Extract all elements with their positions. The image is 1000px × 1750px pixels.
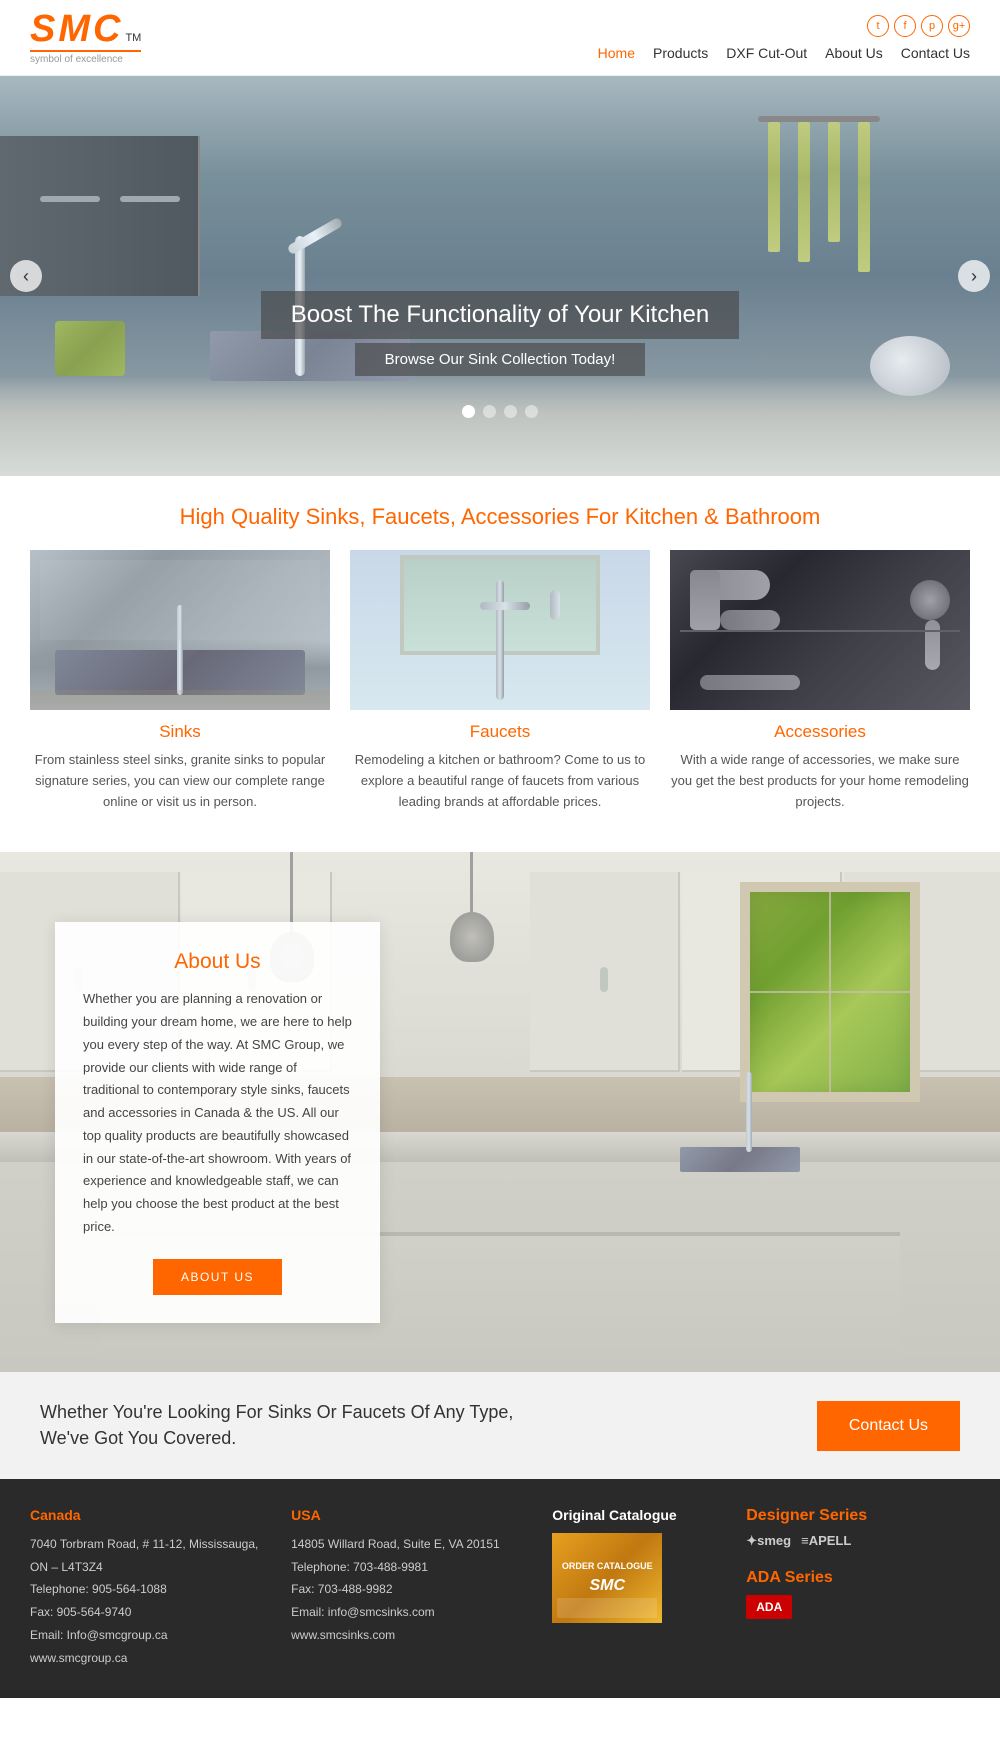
about-section: About Us Whether you are planning a reno… bbox=[0, 852, 1000, 1372]
about-card: About Us Whether you are planning a reno… bbox=[55, 922, 380, 1322]
hero-section: ‹ › Boost The Functionality of Your Kitc… bbox=[0, 76, 1000, 476]
product-image-accessories bbox=[670, 550, 970, 710]
footer-canada-email: Email: Info@smcgroup.ca bbox=[30, 1624, 276, 1647]
smeg-logo: ✦smeg bbox=[746, 1533, 791, 1549]
apell-logo: ≡APELL bbox=[801, 1533, 851, 1548]
footer-catalogue: Original Catalogue ORDER CATALOGUE SMC bbox=[552, 1507, 731, 1670]
footer-usa-address: 14805 Willard Road, Suite E, VA 20151 bbox=[291, 1533, 537, 1556]
footer-designer-title: Designer Series bbox=[746, 1507, 970, 1525]
hero-dot-2[interactable] bbox=[483, 405, 496, 418]
product-image-faucets bbox=[350, 550, 650, 710]
nav-home[interactable]: Home bbox=[598, 45, 635, 61]
hero-countertop bbox=[0, 376, 1000, 476]
products-section: High Quality Sinks, Faucets, Accessories… bbox=[0, 476, 1000, 852]
product-card-accessories: Accessories With a wide range of accesso… bbox=[670, 550, 970, 812]
nav-about[interactable]: About Us bbox=[825, 45, 883, 61]
social-twitter-icon[interactable]: t bbox=[867, 15, 889, 37]
hero-dot-3[interactable] bbox=[504, 405, 517, 418]
footer-canada-title: Canada bbox=[30, 1507, 276, 1523]
product-card-faucets: Faucets Remodeling a kitchen or bathroom… bbox=[350, 550, 650, 812]
about-text: Whether you are planning a renovation or… bbox=[83, 988, 352, 1238]
social-pinterest-icon[interactable]: p bbox=[921, 15, 943, 37]
about-title: About Us bbox=[83, 950, 352, 974]
hero-next-arrow[interactable]: › bbox=[958, 260, 990, 292]
products-section-title: High Quality Sinks, Faucets, Accessories… bbox=[0, 476, 1000, 550]
footer-canada-website: www.smcgroup.ca bbox=[30, 1647, 276, 1670]
social-facebook-icon[interactable]: f bbox=[894, 15, 916, 37]
cta-text: Whether You're Looking For Sinks Or Fauc… bbox=[40, 1400, 540, 1450]
logo-tagline: symbol of excellence bbox=[30, 50, 141, 65]
cta-section: Whether You're Looking For Sinks Or Fauc… bbox=[0, 1372, 1000, 1478]
logo-text: SMC bbox=[30, 10, 123, 48]
footer-usa-email: Email: info@smcsinks.com bbox=[291, 1601, 537, 1624]
social-icons-bar: t f p g+ bbox=[867, 15, 970, 37]
nav-dxf[interactable]: DXF Cut-Out bbox=[726, 45, 807, 61]
footer-brands: Designer Series ✦smeg ≡APELL ADA Series … bbox=[746, 1507, 970, 1670]
product-name-sinks: Sinks bbox=[30, 722, 330, 742]
product-image-sinks bbox=[30, 550, 330, 710]
hero-dot-4[interactable] bbox=[525, 405, 538, 418]
footer-ada-title: ADA Series bbox=[746, 1569, 970, 1587]
header: SMC TM symbol of excellence t f p g+ Hom… bbox=[0, 0, 1000, 76]
hero-subtitle: Browse Our Sink Collection Today! bbox=[355, 343, 646, 376]
footer-usa-fax: Fax: 703-488-9982 bbox=[291, 1578, 537, 1601]
footer: Canada 7040 Torbram Road, # 11-12, Missi… bbox=[0, 1479, 1000, 1698]
footer-usa-phone: Telephone: 703-488-9981 bbox=[291, 1556, 537, 1579]
hero-prev-arrow[interactable]: ‹ bbox=[10, 260, 42, 292]
footer-usa-website: www.smcsinks.com bbox=[291, 1624, 537, 1647]
product-name-accessories: Accessories bbox=[670, 722, 970, 742]
product-desc-sinks: From stainless steel sinks, granite sink… bbox=[30, 750, 330, 812]
logo-tm: TM bbox=[125, 32, 141, 44]
ada-badge: ADA bbox=[746, 1595, 792, 1619]
social-googleplus-icon[interactable]: g+ bbox=[948, 15, 970, 37]
cta-contact-button[interactable]: Contact Us bbox=[817, 1401, 960, 1451]
nav-products[interactable]: Products bbox=[653, 45, 708, 61]
product-name-faucets: Faucets bbox=[350, 722, 650, 742]
product-card-sinks: Sinks From stainless steel sinks, granit… bbox=[30, 550, 330, 812]
product-desc-accessories: With a wide range of accessories, we mak… bbox=[670, 750, 970, 812]
footer-canada-address: 7040 Torbram Road, # 11-12, Mississauga,… bbox=[30, 1533, 276, 1579]
footer-catalogue-title: Original Catalogue bbox=[552, 1507, 731, 1523]
hero-title: Boost The Functionality of Your Kitchen bbox=[261, 291, 740, 339]
catalogue-image: ORDER CATALOGUE SMC bbox=[552, 1533, 662, 1623]
about-us-button[interactable]: ABOUT US bbox=[153, 1259, 282, 1295]
footer-brand-logos: ✦smeg ≡APELL bbox=[746, 1533, 970, 1549]
product-desc-faucets: Remodeling a kitchen or bathroom? Come t… bbox=[350, 750, 650, 812]
logo-area: SMC TM symbol of excellence bbox=[30, 10, 141, 65]
nav-contact[interactable]: Contact Us bbox=[901, 45, 970, 61]
footer-canada-phone: Telephone: 905-564-1088 bbox=[30, 1578, 276, 1601]
main-nav: Home Products DXF Cut-Out About Us Conta… bbox=[598, 45, 970, 61]
hero-utensils bbox=[768, 116, 870, 272]
hero-text-block: Boost The Functionality of Your Kitchen … bbox=[0, 291, 1000, 376]
footer-canada: Canada 7040 Torbram Road, # 11-12, Missi… bbox=[30, 1507, 276, 1670]
header-right: t f p g+ Home Products DXF Cut-Out About… bbox=[598, 15, 970, 61]
footer-usa: USA 14805 Willard Road, Suite E, VA 2015… bbox=[291, 1507, 537, 1670]
hero-dot-1[interactable] bbox=[462, 405, 475, 418]
footer-usa-title: USA bbox=[291, 1507, 537, 1523]
hero-dots bbox=[462, 405, 538, 418]
products-grid: Sinks From stainless steel sinks, granit… bbox=[0, 550, 1000, 812]
footer-canada-fax: Fax: 905-564-9740 bbox=[30, 1601, 276, 1624]
